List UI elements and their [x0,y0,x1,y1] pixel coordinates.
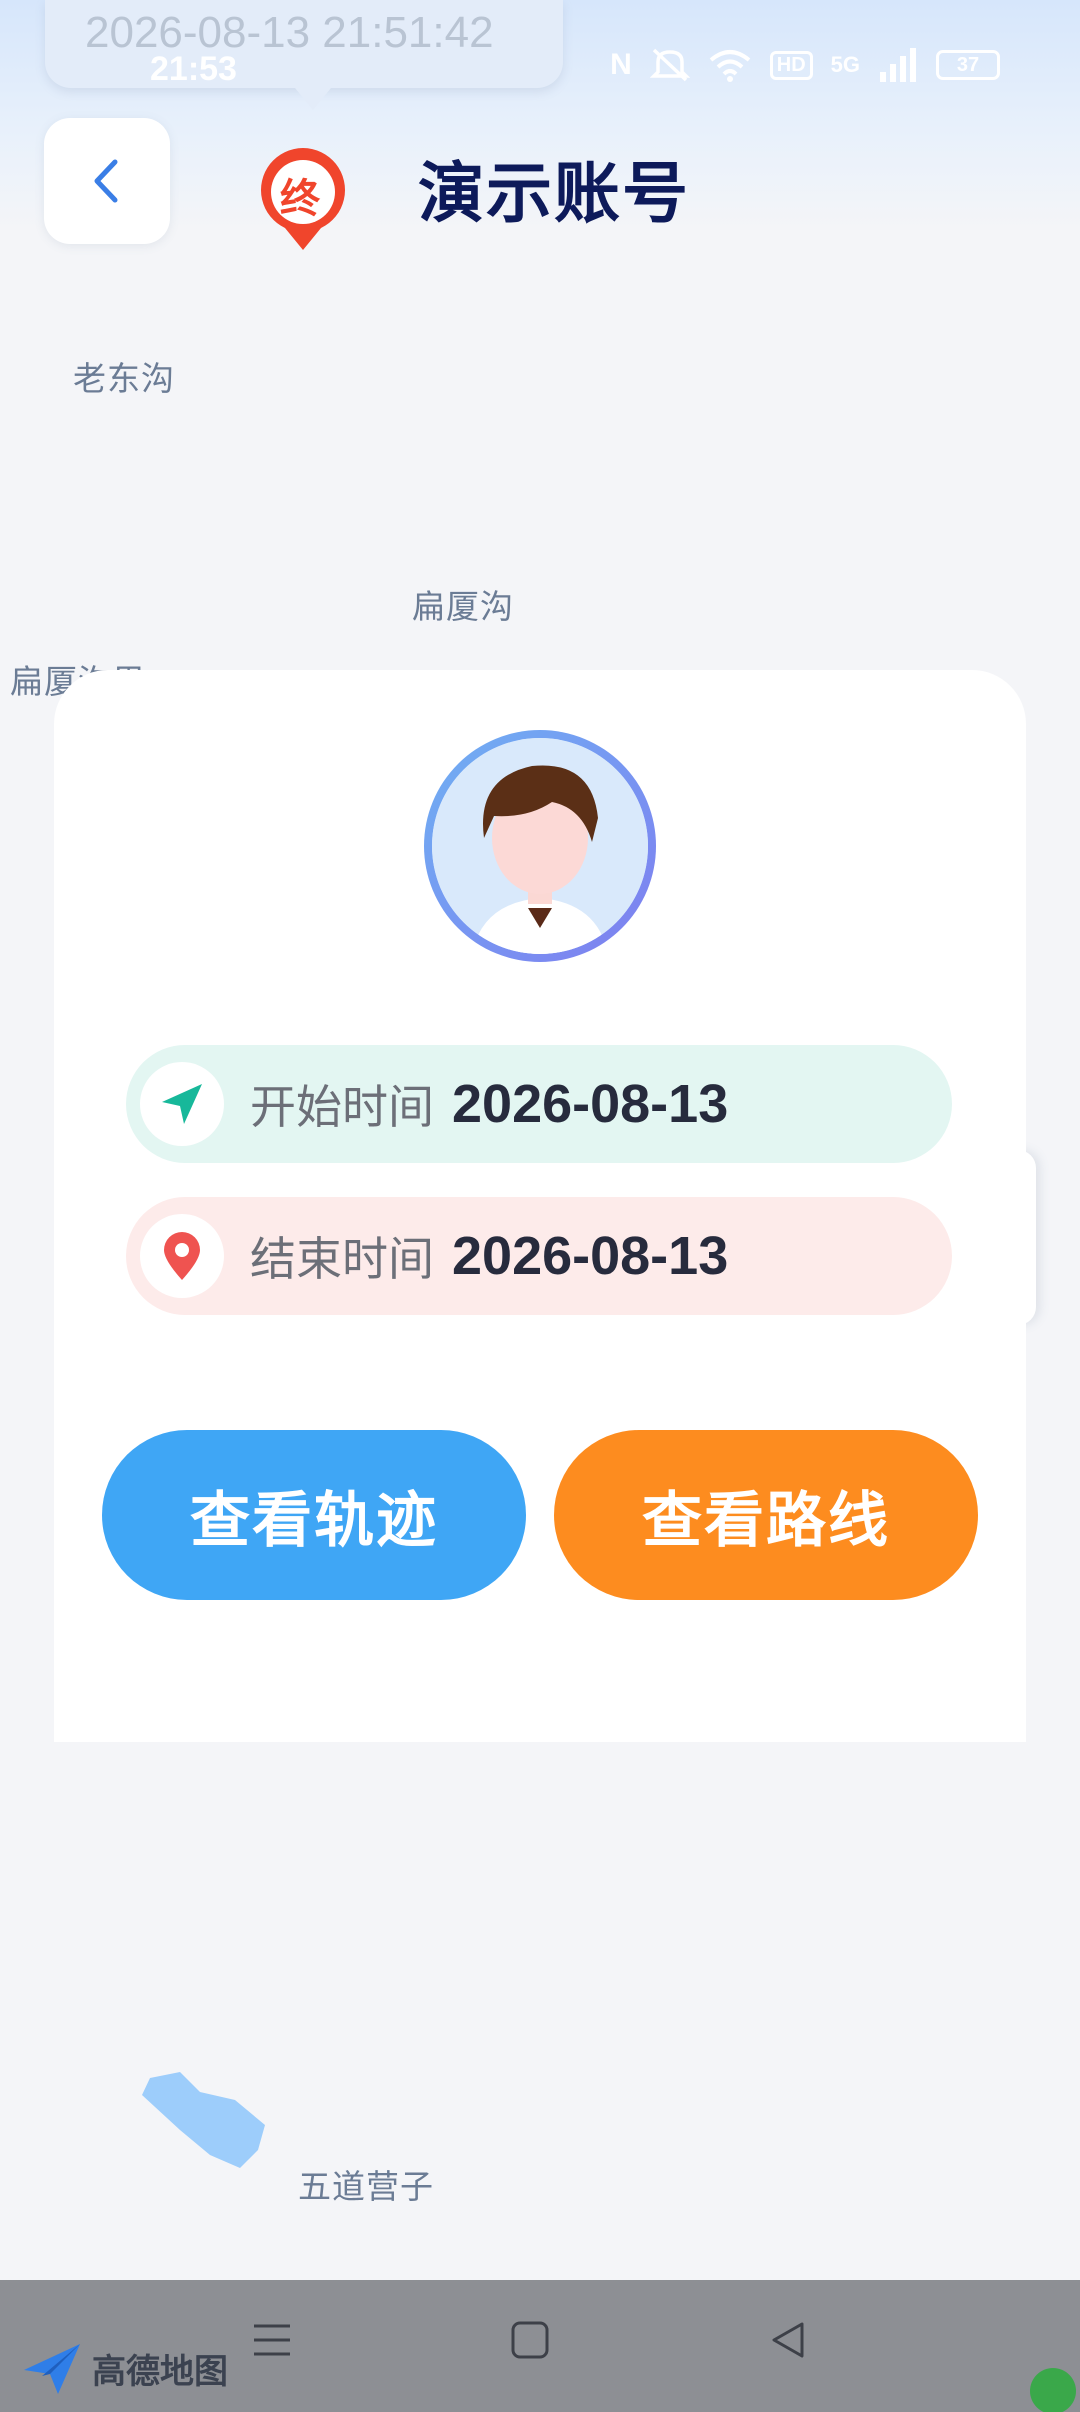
page-title: 演示账号 [418,155,690,232]
lake-shape [142,2072,265,2168]
navigation-arrow-icon [162,1084,202,1124]
map-label-laodonggou: 老东沟 [73,359,175,398]
corner-badge-icon [1030,2368,1076,2412]
end-time-row: 结束时间 2026-08-13 [126,1197,952,1315]
location-pin-icon [164,1232,200,1280]
view-route-button[interactable]: 查看路线 [554,1430,978,1600]
end-time-label: 结束时间 [250,1232,434,1286]
avatar-illustration [432,738,648,954]
chevron-left-icon [94,159,118,203]
view-track-button[interactable]: 查看轨迹 [102,1430,526,1600]
end-icon-wrap [140,1214,224,1298]
amap-logo: 高德地图 [22,2340,228,2396]
avatar [424,730,656,962]
mute-icon [649,48,690,82]
start-time-row: 开始时间 2026-08-13 [126,1045,952,1163]
battery-icon: 37 [936,50,1000,80]
back-nav-icon[interactable] [768,2320,808,2360]
status-time: 21:53 [150,50,237,88]
start-time-value: 2026-08-13 [452,1074,729,1134]
map-label-bianxiagou: 扁厦沟 [412,587,514,626]
trip-info-card: 开始时间 2026-08-13 结束时间 2026-08-13 查看轨迹 查看路… [54,670,1026,1742]
menu-icon[interactable] [252,2320,292,2360]
end-location-pin-icon: 终 [258,148,348,252]
back-button[interactable] [44,118,170,244]
amap-logo-icon [24,2344,80,2394]
end-time-value: 2026-08-13 [452,1226,729,1286]
status-bar: 2026-08-13 21:51:42 21:53 N HD 5G 37 [0,0,1080,110]
start-time-label: 开始时间 [250,1080,434,1134]
start-icon-wrap [140,1062,224,1146]
network-type: 5G [830,52,860,77]
notification-bubble: 2026-08-13 21:51:42 [45,0,563,110]
signal-icon [880,48,916,82]
status-icons: N HD 5G 37 [610,48,1000,82]
nfc-icon: N [610,48,632,81]
wifi-icon [709,50,751,82]
amap-logo-text: 高德地图 [92,2351,228,2392]
map-label-wudaoyingzi: 五道营子 [298,2167,434,2206]
notification-text: 2026-08-13 21:51:42 [85,8,494,57]
home-icon[interactable] [510,2320,550,2360]
end-marker-label: 终 [280,176,320,222]
hd-icon: HD [769,50,813,80]
